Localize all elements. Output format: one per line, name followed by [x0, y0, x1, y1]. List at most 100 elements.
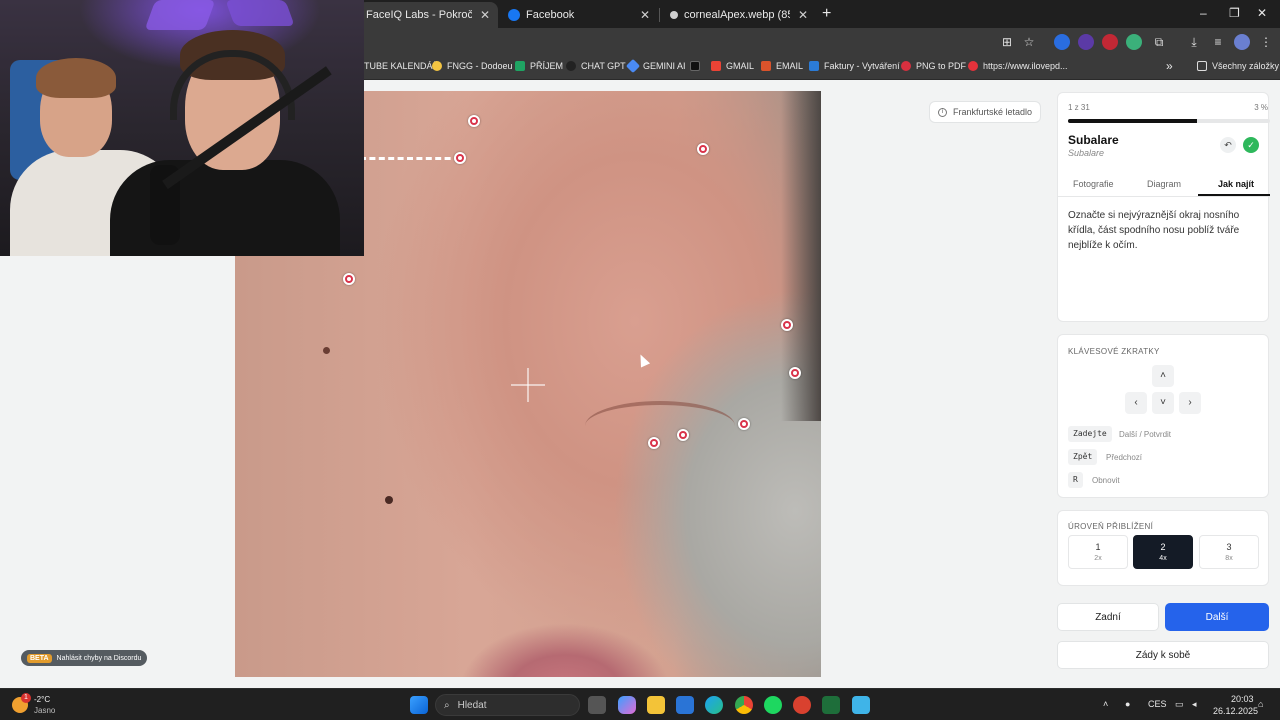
- email-icon: [761, 61, 771, 71]
- bookmark-label: https://www.ilovepd...: [983, 61, 1068, 71]
- extension-icon[interactable]: [1126, 34, 1142, 50]
- crosshair: [511, 368, 545, 402]
- extension-icon[interactable]: [1102, 34, 1118, 50]
- translate-icon[interactable]: ⊞: [999, 34, 1015, 50]
- bookmarks-folder[interactable]: Všechny záložky: [1197, 61, 1279, 71]
- landmark-point[interactable]: [781, 319, 793, 331]
- arrow-left-key: ‹: [1125, 392, 1147, 414]
- arrow-up-key: ˄: [1152, 365, 1174, 387]
- menu-icon[interactable]: ⋮: [1258, 34, 1274, 50]
- tab-corneal-apex[interactable]: cornealApex.webp (853×533) ✕: [662, 2, 816, 28]
- minimize-button[interactable]: –: [1200, 6, 1207, 20]
- bookmark-item[interactable]: TUBE KALENDÁŘ: [364, 61, 439, 71]
- skin-mole: [385, 496, 393, 504]
- extension-icon[interactable]: [1078, 34, 1094, 50]
- microphone-icon[interactable]: ●: [1125, 699, 1130, 709]
- landmark-point[interactable]: [648, 437, 660, 449]
- edge-icon[interactable]: [705, 696, 723, 714]
- zoom-title: ÚROVEŇ PŘIBLÍŽENÍ: [1068, 522, 1154, 531]
- zoom-multiplier: 8x: [1225, 555, 1233, 562]
- outlook-icon[interactable]: [676, 696, 694, 714]
- tab-photos[interactable]: Fotografie: [1073, 179, 1114, 189]
- confirm-icon[interactable]: ✓: [1243, 137, 1259, 153]
- terminal-icon[interactable]: [822, 696, 840, 714]
- progress-row: 1 z 31 3 %: [1068, 103, 1268, 112]
- bookmark-label: GEMINI AI: [643, 61, 686, 71]
- bookmark-item[interactable]: FNGG - Dodoeu: [432, 61, 513, 71]
- tray-chevron-icon[interactable]: ˄: [1103, 699, 1108, 709]
- back-button[interactable]: Zadní: [1057, 603, 1159, 631]
- language-indicator[interactable]: CES: [1148, 699, 1167, 709]
- bookmark-item[interactable]: PŘÍJEM: [515, 61, 563, 71]
- star-icon[interactable]: ☆: [1021, 34, 1037, 50]
- chrome-icon[interactable]: [735, 696, 753, 714]
- bookmark-item[interactable]: PNG to PDF: [901, 61, 966, 71]
- network-icon[interactable]: ▭: [1175, 699, 1184, 710]
- search-placeholder: Hledat: [457, 699, 487, 711]
- shortcut-key: Zpět: [1068, 449, 1098, 465]
- zoom-number: 2: [1160, 542, 1166, 552]
- reference-line: [360, 157, 460, 160]
- new-tab-button[interactable]: +: [822, 5, 831, 23]
- app-icon[interactable]: [793, 696, 811, 714]
- weather-widget[interactable]: 1 -2°C Jasno: [12, 693, 72, 717]
- bookmark-icon: [432, 61, 442, 71]
- zoom-level-2[interactable]: 2 4x: [1133, 535, 1193, 569]
- notepad-icon[interactable]: [852, 696, 870, 714]
- landmark-point[interactable]: [454, 152, 466, 164]
- tab-how-to-find[interactable]: Jak najít: [1218, 179, 1254, 189]
- shortcut-key: R: [1068, 472, 1083, 488]
- landmark-point[interactable]: [789, 367, 801, 379]
- bookmark-label: Faktury - Vytváření: [824, 61, 900, 71]
- landmark-point[interactable]: [697, 143, 709, 155]
- bookmark-item[interactable]: GEMINI AI: [625, 58, 686, 74]
- taskbar-search[interactable]: ⌕ Hledat: [435, 694, 580, 716]
- close-icon[interactable]: ✕: [798, 8, 808, 22]
- clock-time[interactable]: 20:03: [1231, 694, 1254, 704]
- bookmark-item[interactable]: Faktury - Vytváření: [809, 61, 900, 71]
- zoom-level-3[interactable]: 3 8x: [1199, 535, 1259, 569]
- side-by-side-button[interactable]: Zády k sobě: [1057, 641, 1269, 669]
- landmark-point[interactable]: [468, 115, 480, 127]
- download-icon[interactable]: ⤓: [1186, 34, 1202, 50]
- bookmark-item[interactable]: EMAIL: [761, 61, 803, 71]
- tab-divider: [659, 8, 660, 22]
- zoom-level-1[interactable]: 1 2x: [1068, 535, 1128, 569]
- media-icon[interactable]: ≡: [1210, 34, 1226, 50]
- bookmarks-more[interactable]: »: [1166, 59, 1173, 73]
- profile-avatar[interactable]: [1234, 34, 1250, 50]
- notification-icon[interactable]: ⌂: [1258, 699, 1263, 709]
- bookmark-icon: [515, 61, 525, 71]
- bookmark-item[interactable]: GMAIL: [711, 61, 754, 71]
- tab-title: FaceIQ Labs - Pokročilá analýza: [366, 9, 472, 21]
- skin-mole: [323, 347, 330, 354]
- bookmark-item[interactable]: CHAT GPT: [566, 61, 626, 71]
- close-icon[interactable]: ✕: [480, 8, 490, 22]
- task-view-icon[interactable]: [588, 696, 606, 714]
- bookmark-icon: [809, 61, 819, 71]
- volume-icon[interactable]: ◂: [1192, 699, 1197, 710]
- landmark-point[interactable]: [738, 418, 750, 430]
- tab-diagram[interactable]: Diagram: [1147, 179, 1181, 189]
- close-window-button[interactable]: ✕: [1257, 6, 1267, 20]
- copilot-icon[interactable]: [618, 696, 636, 714]
- extension-icon[interactable]: [1054, 34, 1070, 50]
- windows-start-icon[interactable]: [410, 696, 428, 714]
- puzzle-icon[interactable]: ⧉: [1151, 34, 1167, 50]
- heart-icon: [968, 61, 978, 71]
- file-explorer-icon[interactable]: [647, 696, 665, 714]
- landmark-point[interactable]: [677, 429, 689, 441]
- landmark-point[interactable]: [343, 273, 355, 285]
- bookmark-item[interactable]: https://www.ilovepd...: [968, 61, 1068, 71]
- clock-date[interactable]: 26.12.2025: [1213, 706, 1258, 716]
- tab-faceiq[interactable]: FaceIQ Labs - Pokročilá analýza ✕: [358, 2, 498, 28]
- tab-facebook[interactable]: Facebook ✕: [500, 2, 658, 28]
- close-icon[interactable]: ✕: [640, 8, 650, 22]
- beta-feedback-badge[interactable]: BETA Nahlásit chyby na Discordu: [21, 650, 148, 666]
- restore-button[interactable]: ❐: [1229, 6, 1240, 20]
- map-location-button[interactable]: i Frankfurtské letadlo: [929, 101, 1042, 123]
- next-button[interactable]: Další: [1165, 603, 1269, 631]
- undo-icon[interactable]: ↶: [1220, 137, 1236, 153]
- spotify-icon[interactable]: [764, 696, 782, 714]
- bookmark-item[interactable]: [690, 61, 705, 71]
